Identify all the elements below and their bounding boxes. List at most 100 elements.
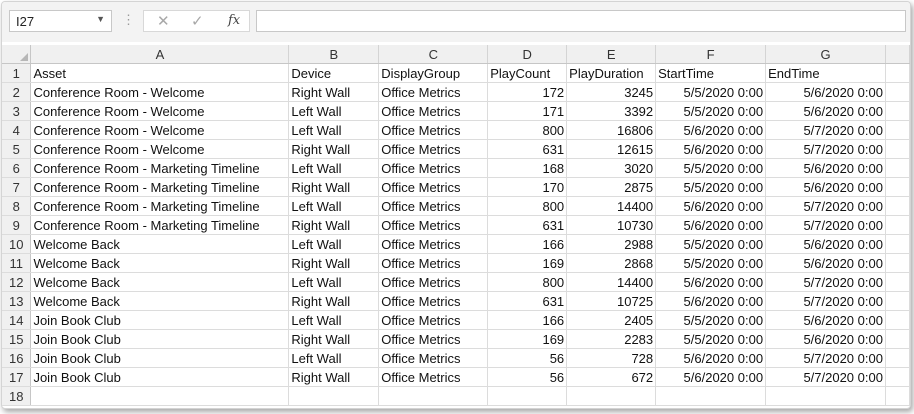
cell[interactable] — [885, 177, 910, 197]
row-header[interactable]: 16 — [2, 348, 32, 368]
row-header[interactable]: 3 — [2, 101, 32, 121]
cell[interactable]: Office Metrics — [378, 291, 489, 311]
cell[interactable]: Conference Room - Welcome — [30, 139, 290, 159]
cell[interactable]: 631 — [487, 215, 568, 235]
cell[interactable]: 5/7/2020 0:00 — [765, 196, 886, 216]
cell[interactable]: Right Wall — [288, 215, 380, 235]
cell[interactable]: 800 — [487, 120, 568, 140]
header-cell[interactable]: DisplayGroup — [378, 63, 489, 83]
cell[interactable]: 3392 — [566, 101, 657, 121]
cell[interactable]: 171 — [487, 101, 568, 121]
cell[interactable] — [885, 158, 910, 178]
cell[interactable]: 169 — [487, 329, 568, 349]
cell[interactable]: Join Book Club — [30, 348, 290, 368]
cell[interactable]: 3020 — [566, 158, 657, 178]
cell[interactable]: Office Metrics — [378, 158, 489, 178]
cell[interactable]: Office Metrics — [378, 215, 489, 235]
cell[interactable]: Right Wall — [288, 367, 380, 387]
cell[interactable]: 631 — [487, 291, 568, 311]
cell[interactable]: 2868 — [566, 253, 657, 273]
cell[interactable]: 170 — [487, 177, 568, 197]
cell[interactable]: 5/6/2020 0:00 — [765, 177, 886, 197]
cell[interactable]: 672 — [566, 367, 657, 387]
column-header[interactable]: B — [288, 45, 380, 64]
select-all-corner[interactable] — [2, 45, 32, 64]
column-header[interactable]: C — [378, 45, 489, 64]
enter-icon[interactable]: ✓ — [191, 12, 204, 30]
cell[interactable] — [885, 82, 910, 102]
cell[interactable]: 5/6/2020 0:00 — [655, 120, 767, 140]
cell[interactable]: 5/6/2020 0:00 — [655, 215, 767, 235]
cell[interactable]: 5/6/2020 0:00 — [655, 196, 767, 216]
column-header[interactable]: A — [30, 45, 290, 64]
cell[interactable]: 16806 — [566, 120, 657, 140]
cell[interactable]: 12615 — [566, 139, 657, 159]
row-header[interactable]: 18 — [2, 386, 32, 406]
cell[interactable]: 166 — [487, 234, 568, 254]
cell[interactable] — [885, 310, 910, 330]
cell[interactable] — [566, 386, 657, 406]
cell[interactable] — [655, 386, 767, 406]
cell[interactable]: Conference Room - Marketing Timeline — [30, 177, 290, 197]
cell[interactable]: Office Metrics — [378, 310, 489, 330]
cell[interactable]: 5/6/2020 0:00 — [765, 253, 886, 273]
row-header[interactable]: 11 — [2, 253, 32, 273]
cell[interactable]: Left Wall — [288, 348, 380, 368]
row-header[interactable]: 15 — [2, 329, 32, 349]
cell[interactable]: Office Metrics — [378, 139, 489, 159]
row-header[interactable]: 9 — [2, 215, 32, 235]
cell[interactable]: 168 — [487, 158, 568, 178]
chevron-down-icon[interactable]: ▼ — [96, 14, 105, 24]
cell[interactable]: 56 — [487, 367, 568, 387]
header-cell[interactable]: Device — [288, 63, 380, 83]
header-cell[interactable]: EndTime — [765, 63, 886, 83]
header-cell[interactable]: StartTime — [655, 63, 767, 83]
cell[interactable]: 56 — [487, 348, 568, 368]
cell[interactable] — [378, 386, 489, 406]
column-header[interactable]: F — [655, 45, 767, 64]
cell[interactable]: 2283 — [566, 329, 657, 349]
cell[interactable]: 5/5/2020 0:00 — [655, 101, 767, 121]
cell[interactable]: 5/5/2020 0:00 — [655, 158, 767, 178]
cell[interactable]: Right Wall — [288, 82, 380, 102]
row-header[interactable]: 17 — [2, 367, 32, 387]
cell[interactable]: 2875 — [566, 177, 657, 197]
column-header[interactable]: D — [487, 45, 568, 64]
cell[interactable]: 10725 — [566, 291, 657, 311]
cell[interactable]: Join Book Club — [30, 329, 290, 349]
cell[interactable]: Office Metrics — [378, 253, 489, 273]
row-header[interactable]: 1 — [2, 63, 32, 83]
cell[interactable] — [885, 272, 910, 292]
cell[interactable]: 5/6/2020 0:00 — [765, 234, 886, 254]
row-header[interactable]: 6 — [2, 158, 32, 178]
cell[interactable]: 169 — [487, 253, 568, 273]
cell[interactable]: 631 — [487, 139, 568, 159]
cell[interactable] — [288, 386, 380, 406]
row-header[interactable]: 5 — [2, 139, 32, 159]
cell[interactable]: 728 — [566, 348, 657, 368]
cell[interactable]: 5/5/2020 0:00 — [655, 234, 767, 254]
cell[interactable]: 5/6/2020 0:00 — [765, 329, 886, 349]
cell[interactable]: 2405 — [566, 310, 657, 330]
drag-handle-icon[interactable]: ⋮ — [122, 12, 135, 28]
cell[interactable]: 166 — [487, 310, 568, 330]
cell[interactable]: 5/6/2020 0:00 — [655, 367, 767, 387]
cell[interactable]: 10730 — [566, 215, 657, 235]
cell[interactable]: Right Wall — [288, 177, 380, 197]
cell[interactable]: Right Wall — [288, 139, 380, 159]
cell[interactable]: 5/6/2020 0:00 — [655, 291, 767, 311]
cell[interactable] — [885, 63, 910, 83]
cell[interactable]: 800 — [487, 272, 568, 292]
cell[interactable]: Office Metrics — [378, 82, 489, 102]
cell[interactable]: Conference Room - Marketing Timeline — [30, 215, 290, 235]
cell[interactable] — [885, 120, 910, 140]
cell[interactable]: 5/7/2020 0:00 — [765, 139, 886, 159]
cell[interactable]: 800 — [487, 196, 568, 216]
cell[interactable]: 5/7/2020 0:00 — [765, 367, 886, 387]
cell[interactable]: 5/7/2020 0:00 — [765, 348, 886, 368]
row-header[interactable]: 8 — [2, 196, 32, 216]
cell[interactable] — [487, 386, 568, 406]
name-box[interactable]: I27 ▼ — [9, 10, 112, 32]
cell[interactable]: 5/6/2020 0:00 — [655, 272, 767, 292]
cell[interactable] — [885, 234, 910, 254]
